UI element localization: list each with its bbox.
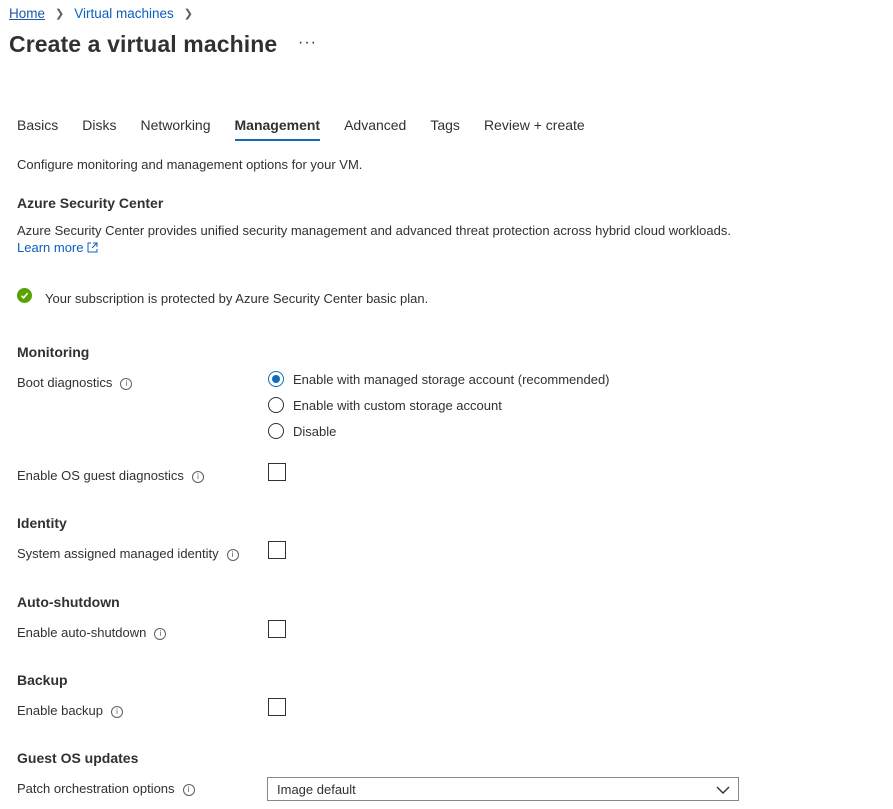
autoshutdown-label: Enable auto-shutdown i [17,625,167,640]
backup-checkbox[interactable] [268,698,286,716]
os-guest-diagnostics-checkbox[interactable] [268,463,286,481]
info-icon[interactable]: i [191,470,204,483]
security-description: Azure Security Center provides unified s… [17,223,731,238]
radio-label: Disable [293,423,337,439]
radio-managed-storage[interactable]: Enable with managed storage account (rec… [268,371,610,387]
tab-management[interactable]: Management [234,117,320,141]
learn-more-link[interactable]: Learn more [17,240,98,255]
managed-identity-checkbox[interactable] [268,541,286,559]
info-icon[interactable]: i [120,377,133,390]
monitoring-heading: Monitoring [17,344,90,360]
radio-custom-storage[interactable]: Enable with custom storage account [268,397,502,413]
tab-networking[interactable]: Networking [140,117,210,140]
chevron-right-icon: ❯ [55,8,65,20]
breadcrumb-home-link[interactable]: Home [9,6,45,21]
more-options-button[interactable]: ··· [298,34,317,52]
chevron-right-icon: ❯ [183,8,194,20]
radio-button-checked-icon[interactable] [268,371,284,387]
boot-diagnostics-label-text: Boot diagnostics [17,375,113,390]
breadcrumb-virtual-machines-link[interactable]: Virtual machines [74,6,174,21]
managed-identity-text: System assigned managed identity [17,546,219,561]
info-icon[interactable]: i [182,783,195,796]
tab-review-create[interactable]: Review + create [484,117,585,140]
external-link-icon [87,242,98,253]
autoshutdown-text: Enable auto-shutdown [17,625,147,640]
tab-basics[interactable]: Basics [17,117,58,140]
tab-advanced[interactable]: Advanced [344,117,406,140]
info-icon[interactable]: i [111,705,124,718]
backup-label: Enable backup i [17,703,124,718]
info-icon[interactable]: i [226,548,239,561]
patch-orchestration-value: Image default [277,781,356,797]
learn-more-label: Learn more [17,240,84,255]
boot-diagnostics-label: Boot diagnostics i [17,375,133,390]
patch-orchestration-select[interactable]: Image default [267,777,739,801]
backup-heading: Backup [17,672,68,688]
patch-orchestration-text: Patch orchestration options [17,781,175,796]
patch-orchestration-label: Patch orchestration options i [17,781,195,796]
identity-heading: Identity [17,515,67,531]
os-guest-diagnostics-text: Enable OS guest diagnostics [17,468,184,483]
autoshutdown-heading: Auto-shutdown [17,594,120,610]
security-heading: Azure Security Center [17,195,164,211]
managed-identity-label: System assigned managed identity i [17,546,239,561]
radio-button-icon[interactable] [268,397,284,413]
breadcrumb: Home ❯ Virtual machines ❯ [9,6,203,21]
info-icon[interactable]: i [154,627,167,640]
os-guest-diagnostics-label: Enable OS guest diagnostics i [17,468,204,483]
intro-text: Configure monitoring and management opti… [17,157,363,172]
page-title: Create a virtual machine [9,31,278,57]
radio-label: Enable with managed storage account (rec… [293,371,610,387]
autoshutdown-checkbox[interactable] [268,620,286,638]
radio-disable[interactable]: Disable [268,423,336,439]
wizard-tabs: Basics Disks Networking Management Advan… [17,117,609,141]
success-check-icon [17,288,32,303]
backup-text: Enable backup [17,703,104,718]
radio-button-icon[interactable] [268,423,284,439]
tab-disks[interactable]: Disks [82,117,116,140]
security-status: Your subscription is protected by Azure … [45,291,429,306]
radio-label: Enable with custom storage account [293,397,502,413]
tab-tags[interactable]: Tags [430,117,460,140]
chevron-down-icon [716,783,730,798]
guest-os-updates-heading: Guest OS updates [17,750,139,766]
